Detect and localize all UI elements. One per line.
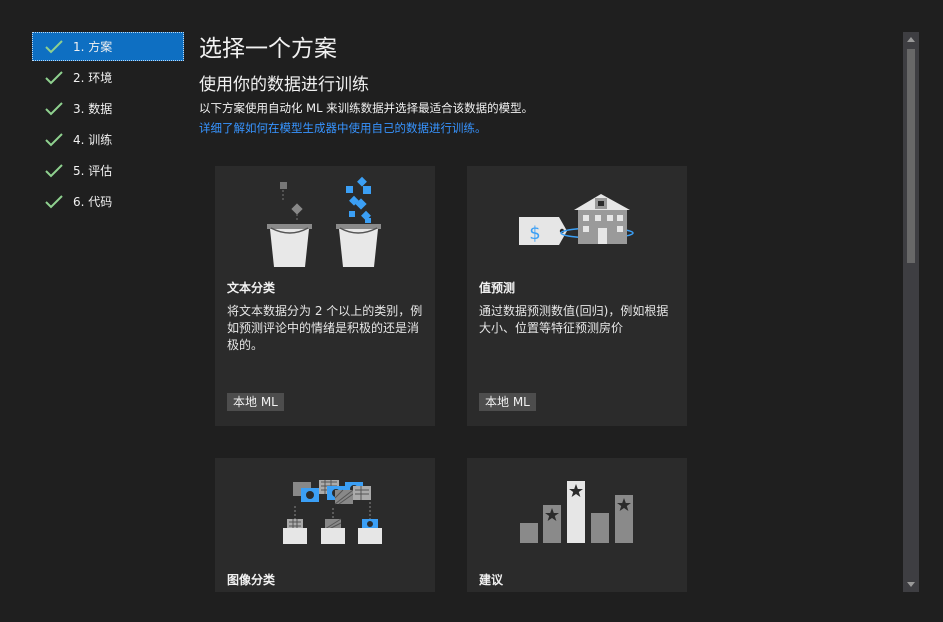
check-icon xyxy=(45,70,63,84)
step-environment[interactable]: 2. 环境 xyxy=(32,63,184,92)
card-description: 通过数据预测数值(回归)，例如根据大小、位置等特征预测房价 xyxy=(479,304,669,335)
section-description: 以下方案使用自动化 ML 来训练数据并选择最适合该数据的模型。 xyxy=(199,101,534,115)
scroll-up-icon[interactable] xyxy=(907,37,915,42)
card-image-classification[interactable]: 图像分类 xyxy=(215,458,435,592)
card-text-classification[interactable]: 文本分类 将文本数据分为 2 个以上的类别，例如预测评论中的情绪是积极的还是消极… xyxy=(215,166,435,426)
step-label: 4. 训练 xyxy=(73,133,113,147)
vertical-scrollbar[interactable] xyxy=(903,32,919,592)
card-title: 图像分类 xyxy=(227,573,276,587)
buckets-icon xyxy=(267,176,381,267)
step-label: 6. 代码 xyxy=(73,195,113,209)
card-recommendation[interactable]: 建议 xyxy=(467,458,687,592)
step-label: 2. 环境 xyxy=(73,71,113,85)
wizard-steps: 1. 方案 2. 环境 3. 数据 4. 训练 5. 评估 6. 代码 xyxy=(32,32,184,218)
check-icon xyxy=(45,194,63,208)
step-label: 3. 数据 xyxy=(73,102,113,116)
check-icon xyxy=(45,163,63,177)
local-ml-badge: 本地 ML xyxy=(479,393,536,411)
card-value-prediction[interactable]: $ 值预测 通过数据预测数值(回归)，例如根据大小、位置等特征预测房价 本地 M… xyxy=(467,166,687,426)
main-content: 选择一个方案 使用你的数据进行训练 以下方案使用自动化 ML 来训练数据并选择最… xyxy=(199,32,899,137)
scroll-thumb[interactable] xyxy=(907,49,915,263)
step-scenario[interactable]: 1. 方案 xyxy=(32,32,184,61)
step-data[interactable]: 3. 数据 xyxy=(32,94,184,123)
card-title: 建议 xyxy=(479,573,504,587)
scroll-down-icon[interactable] xyxy=(907,582,915,587)
step-label: 1. 方案 xyxy=(73,40,113,54)
step-code[interactable]: 6. 代码 xyxy=(32,187,184,216)
page-title: 选择一个方案 xyxy=(199,36,337,62)
check-icon xyxy=(45,101,63,115)
step-train[interactable]: 4. 训练 xyxy=(32,125,184,154)
svg-text:$: $ xyxy=(529,223,540,244)
recommendation-chart-icon xyxy=(520,481,633,543)
local-ml-badge: 本地 ML xyxy=(227,393,284,411)
section-subtitle: 使用你的数据进行训练 xyxy=(199,75,369,95)
check-icon xyxy=(45,39,63,53)
card-title: 文本分类 xyxy=(227,281,276,295)
step-label: 5. 评估 xyxy=(73,164,113,178)
check-icon xyxy=(45,132,63,146)
card-title: 值预测 xyxy=(479,281,516,295)
step-evaluate[interactable]: 5. 评估 xyxy=(32,156,184,185)
image-sort-icon xyxy=(283,480,382,544)
card-description: 将文本数据分为 2 个以上的类别，例如预测评论中的情绪是积极的还是消极的。 xyxy=(227,304,423,352)
learn-more-link[interactable]: 详细了解如何在模型生成器中使用自己的数据进行训练。 xyxy=(199,119,899,137)
house-price-icon: $ xyxy=(519,194,634,245)
